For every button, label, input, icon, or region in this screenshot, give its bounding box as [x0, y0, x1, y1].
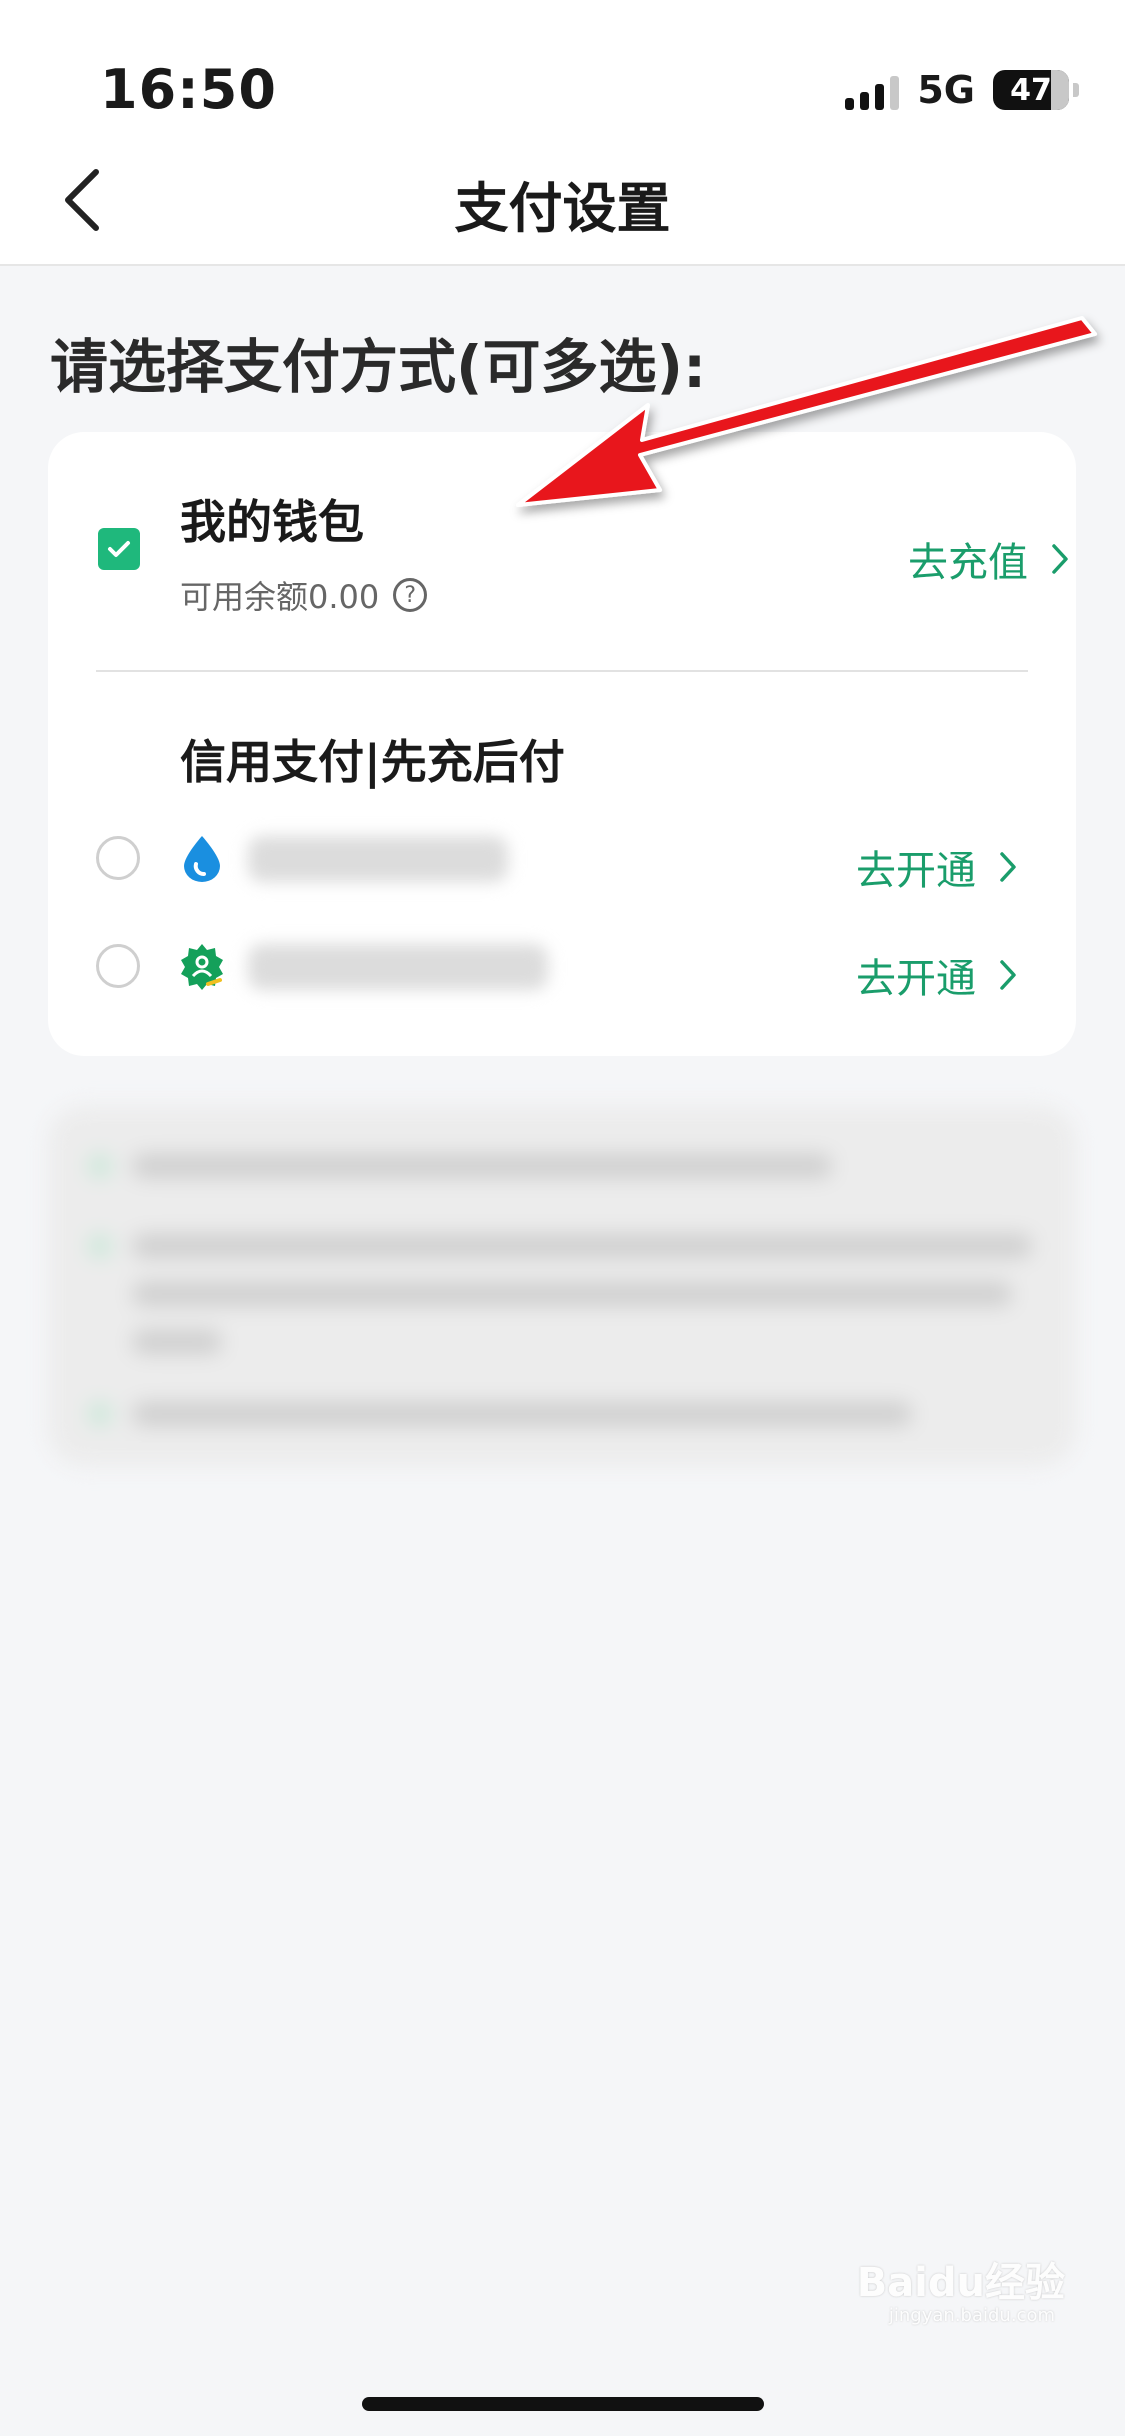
divider [96, 670, 1028, 672]
wallet-balance-row: 可用余额0.00 ? [180, 572, 428, 618]
baidu-watermark: Baidu经验 [856, 2260, 1065, 2306]
battery-icon: 47 [993, 70, 1079, 110]
wallet-balance: 可用余额0.00 [180, 578, 380, 616]
credit-payment-title: 信用支付|先充后付 [180, 735, 565, 789]
status-indicators: 5G 47 [845, 62, 1079, 118]
credit-option-2-open-link[interactable]: 去开通 [856, 946, 1018, 1004]
status-time: 16:50 [100, 58, 277, 121]
credit-option-2-name-blurred [248, 944, 548, 990]
baidu-watermark-url: jingyan.baidu.com [888, 2305, 1055, 2326]
page-title: 支付设置 [454, 177, 671, 240]
chevron-right-icon [1000, 852, 1016, 882]
help-icon[interactable]: ? [393, 578, 428, 612]
blurred-notice-panel [48, 1106, 1076, 1466]
badge-user-icon [181, 944, 223, 990]
top-bar: 16:50 5G 47 支付设置 [0, 0, 1125, 266]
chevron-right-icon [1052, 544, 1068, 574]
open-label: 去开通 [856, 848, 976, 894]
network-type: 5G [917, 68, 975, 112]
notice-line [132, 1234, 1032, 1258]
water-drop-icon [184, 836, 220, 882]
payment-methods-card: 我的钱包 可用余额0.00 ? 去充值 信用支付|先充后付 去开通 去开通 [48, 432, 1076, 1056]
home-indicator[interactable] [362, 2397, 764, 2411]
notice-line [132, 1154, 832, 1178]
notice-bullet [88, 1402, 112, 1426]
notice-line [132, 1282, 1012, 1306]
recharge-label: 去充值 [908, 540, 1028, 586]
credit-option-1-radio[interactable] [96, 836, 140, 880]
credit-option-1-name-blurred [248, 836, 508, 882]
wallet-checkbox[interactable] [98, 528, 140, 570]
section-heading: 请选择支付方式(可多选): [50, 333, 707, 401]
battery-level: 47 [1010, 72, 1052, 108]
wallet-title: 我的钱包 [180, 495, 364, 549]
open-label: 去开通 [856, 956, 976, 1002]
notice-line [132, 1402, 912, 1426]
chevron-right-icon [1000, 960, 1016, 990]
notice-bullet [88, 1234, 112, 1258]
recharge-link[interactable]: 去充值 [908, 530, 1070, 588]
check-icon [108, 541, 130, 557]
notice-line [132, 1330, 222, 1354]
signal-icon [845, 70, 900, 110]
notice-bullet [88, 1154, 112, 1178]
credit-option-1-open-link[interactable]: 去开通 [856, 838, 1018, 896]
credit-option-2-radio[interactable] [96, 944, 140, 988]
